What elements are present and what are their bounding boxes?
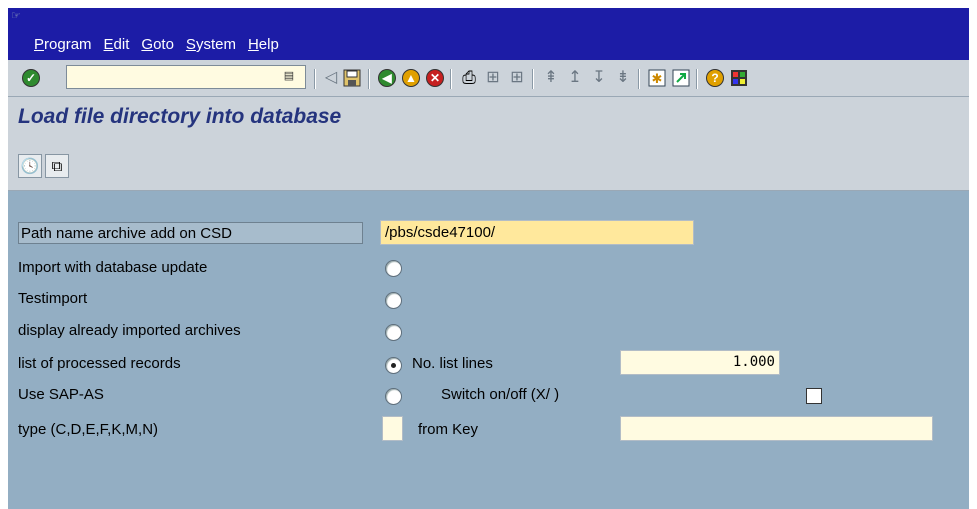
collapse-button[interactable]: ◁ xyxy=(320,67,342,89)
new-session-button[interactable]: ✱ xyxy=(646,67,668,89)
processed-records-radio[interactable] xyxy=(385,357,402,374)
switch-label: Switch on/off (X/ ) xyxy=(441,386,560,403)
switch-checkbox[interactable] xyxy=(806,388,822,404)
new-session-icon: ✱ xyxy=(648,69,666,87)
toolbar-separator xyxy=(638,69,640,89)
cancel-button[interactable]: ✕ xyxy=(424,67,446,89)
previous-page-button[interactable]: ↥ xyxy=(564,67,586,89)
first-page-button[interactable]: ⇞ xyxy=(540,67,562,89)
shortcut-button[interactable] xyxy=(670,67,692,89)
enter-button[interactable]: ✓ xyxy=(20,67,42,89)
variant-copy-icon: ⧉ xyxy=(51,157,63,175)
last-page-icon: ⇟ xyxy=(616,69,630,86)
toolbar-separator xyxy=(314,69,316,89)
execute-button[interactable]: 🕓 xyxy=(18,154,42,178)
get-variant-button[interactable]: ⧉ xyxy=(45,154,69,178)
triangle-left-icon: ◁ xyxy=(324,69,338,86)
testimport-radio[interactable] xyxy=(385,292,402,309)
no-list-lines-input[interactable]: 1.000 xyxy=(620,350,780,375)
command-field[interactable] xyxy=(66,65,306,89)
command-history-icon[interactable]: ▤ xyxy=(282,69,296,85)
back-arrow-icon: ◀ xyxy=(378,69,396,87)
menu-bar: ☞ Program Edit Goto System Help xyxy=(8,8,969,60)
menu-help[interactable]: Help xyxy=(248,36,279,53)
find-button[interactable]: ⊞ xyxy=(482,67,504,89)
standard-toolbar: ✓ ▤ ◁ ◀ ▲ ✕ ⎙ ⊞ ⊞ ⇞ ↥ ↧ ⇟ ✱ ? xyxy=(8,60,969,97)
testimport-label: Testimport xyxy=(18,290,88,307)
use-sapas-label: Use SAP-AS xyxy=(18,386,104,403)
page-title: Load file directory into database xyxy=(18,105,342,128)
find-next-button[interactable]: ⊞ xyxy=(506,67,528,89)
toolbar-separator xyxy=(450,69,452,89)
menu-program[interactable]: Program xyxy=(34,36,92,53)
find-icon: ⊞ xyxy=(486,69,500,86)
back-button[interactable]: ◀ xyxy=(376,67,398,89)
next-page-button[interactable]: ↧ xyxy=(588,67,610,89)
up-arrow-icon: ▲ xyxy=(402,69,420,87)
last-page-button[interactable]: ⇟ xyxy=(612,67,634,89)
import-db-label: Import with database update xyxy=(18,259,208,276)
layout-icon xyxy=(731,70,747,86)
menu-goto[interactable]: Goto xyxy=(141,36,174,53)
menu-items: Program Edit Goto System Help xyxy=(34,36,291,53)
path-name-input[interactable]: /pbs/csde47100/ xyxy=(380,220,694,245)
svg-text:✱: ✱ xyxy=(652,71,663,86)
menu-edit[interactable]: Edit xyxy=(104,36,130,53)
use-sapas-radio[interactable] xyxy=(385,388,402,405)
menu-system[interactable]: System xyxy=(186,36,236,53)
first-page-icon: ⇞ xyxy=(544,69,558,86)
display-imported-label: display already imported archives xyxy=(18,322,241,339)
print-button[interactable]: ⎙ xyxy=(458,67,480,89)
toolbar-separator xyxy=(532,69,534,89)
processed-records-label: list of processed records xyxy=(18,355,181,372)
title-area: Load file directory into database xyxy=(8,97,969,143)
save-button[interactable] xyxy=(341,67,363,89)
layout-menu-button[interactable] xyxy=(728,67,750,89)
toolbar-separator xyxy=(368,69,370,89)
no-list-lines-label: No. list lines xyxy=(412,355,493,372)
shortcut-icon xyxy=(672,69,690,87)
import-db-radio[interactable] xyxy=(385,260,402,277)
exit-button[interactable]: ▲ xyxy=(400,67,422,89)
save-icon xyxy=(343,69,361,87)
next-page-icon: ↧ xyxy=(592,69,606,86)
checkmark-icon: ✓ xyxy=(22,69,40,87)
toolbar-separator xyxy=(696,69,698,89)
execute-clock-icon: 🕓 xyxy=(20,158,40,175)
help-icon: ? xyxy=(706,69,724,87)
system-menu-icon[interactable]: ☞ xyxy=(11,10,24,22)
find-next-icon: ⊞ xyxy=(510,69,524,86)
path-name-label: Path name archive add on CSD xyxy=(18,222,363,244)
from-key-label: from Key xyxy=(418,421,479,438)
help-button[interactable]: ? xyxy=(704,67,726,89)
previous-page-icon: ↥ xyxy=(568,69,582,86)
type-input[interactable] xyxy=(382,416,403,441)
sap-window: ☞ Program Edit Goto System Help ✓ ▤ ◁ ◀ … xyxy=(8,8,969,509)
print-icon: ⎙ xyxy=(462,68,476,87)
type-label: type (C,D,E,F,K,M,N) xyxy=(18,421,159,438)
cancel-x-icon: ✕ xyxy=(426,69,444,87)
from-key-input[interactable] xyxy=(620,416,933,441)
display-imported-radio[interactable] xyxy=(385,324,402,341)
application-toolbar: 🕓 ⧉ xyxy=(8,143,969,191)
